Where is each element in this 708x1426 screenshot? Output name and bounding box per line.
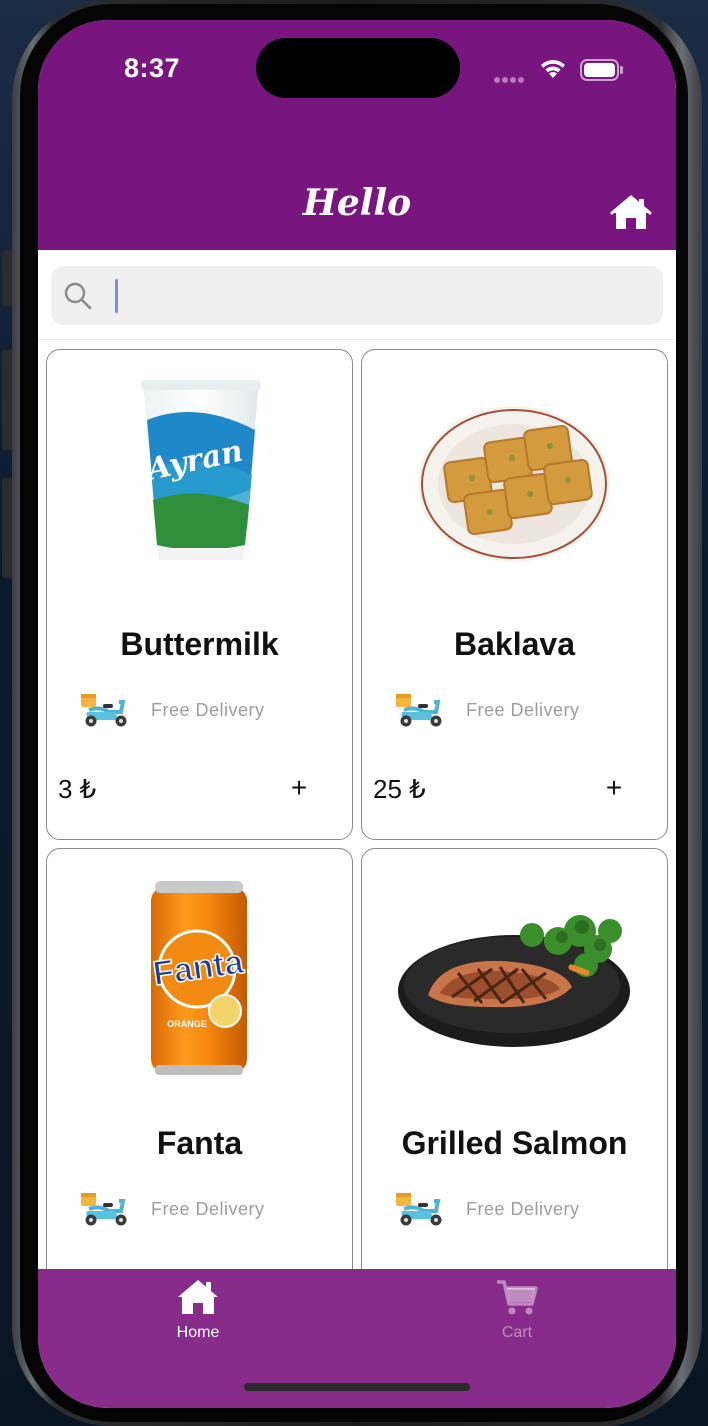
status-icons (494, 56, 624, 83)
status-time: 8:37 (124, 53, 181, 83)
page-title: Hello (302, 182, 412, 224)
home-icon[interactable] (610, 194, 652, 232)
delivery-info: Free Delivery (79, 690, 339, 730)
home-icon (178, 1280, 218, 1314)
signal-icon (494, 70, 526, 88)
tab-label: Home (176, 1324, 220, 1341)
text-cursor (115, 279, 118, 313)
delivery-info: Free Delivery (79, 1189, 339, 1229)
tab-label: Cart (501, 1324, 533, 1341)
add-to-cart-button[interactable]: + (279, 768, 319, 808)
delivery-label: Free Delivery (151, 1199, 265, 1219)
baklava-plate-image (418, 406, 610, 562)
tab-bar: Home Cart (38, 1269, 676, 1408)
wifi-icon (541, 60, 565, 78)
scooter-icon (81, 694, 127, 727)
product-card[interactable]: Grilled Salmon Free Delivery (361, 848, 668, 1269)
product-name: Fanta (156, 1125, 243, 1161)
svg-text:ORANGE: ORANGE (167, 1019, 207, 1029)
product-card[interactable]: Baklava Free Delivery 25 ₺ + (361, 349, 668, 840)
product-price: 3 ₺ (58, 774, 97, 804)
product-price: 25 ₺ (373, 774, 426, 804)
scooter-icon (81, 1193, 127, 1226)
search-box[interactable] (51, 266, 663, 325)
scooter-icon (396, 1193, 442, 1226)
search-bar (38, 250, 676, 340)
delivery-label: Free Delivery (466, 700, 580, 720)
product-card[interactable]: Ayran Buttermilk Free Delivery 3 ₺ + (46, 349, 353, 840)
home-indicator[interactable] (244, 1383, 470, 1391)
fanta-can-image: Fanta ORANGE (150, 881, 248, 1075)
app-screen: 8:37 Hello Ayran Buttermilk Free Deliver… (38, 20, 676, 1408)
delivery-label: Free Delivery (466, 1199, 580, 1219)
tab-home[interactable]: Home (138, 1277, 258, 1342)
search-icon (64, 282, 92, 310)
battery-icon (580, 59, 623, 81)
scooter-icon (396, 694, 442, 727)
delivery-info: Free Delivery (394, 1189, 654, 1229)
ayran-cup-image: Ayran (141, 380, 261, 560)
dynamic-island (256, 38, 460, 98)
tab-cart[interactable]: Cart (457, 1277, 577, 1342)
search-input[interactable] (101, 274, 641, 317)
delivery-label: Free Delivery (151, 700, 265, 720)
product-name: Buttermilk (120, 626, 279, 662)
product-grid: Ayran Buttermilk Free Delivery 3 ₺ + Bak… (38, 341, 676, 1269)
cart-icon (497, 1280, 538, 1315)
salmon-plate-image (398, 915, 630, 1047)
app-header: 8:37 Hello (38, 20, 676, 250)
add-to-cart-button[interactable]: + (594, 768, 634, 808)
product-card[interactable]: Fanta ORANGE Fanta Free Delivery (46, 848, 353, 1269)
product-name: Grilled Salmon (401, 1125, 628, 1161)
product-name: Baklava (454, 626, 575, 662)
delivery-info: Free Delivery (394, 690, 654, 730)
